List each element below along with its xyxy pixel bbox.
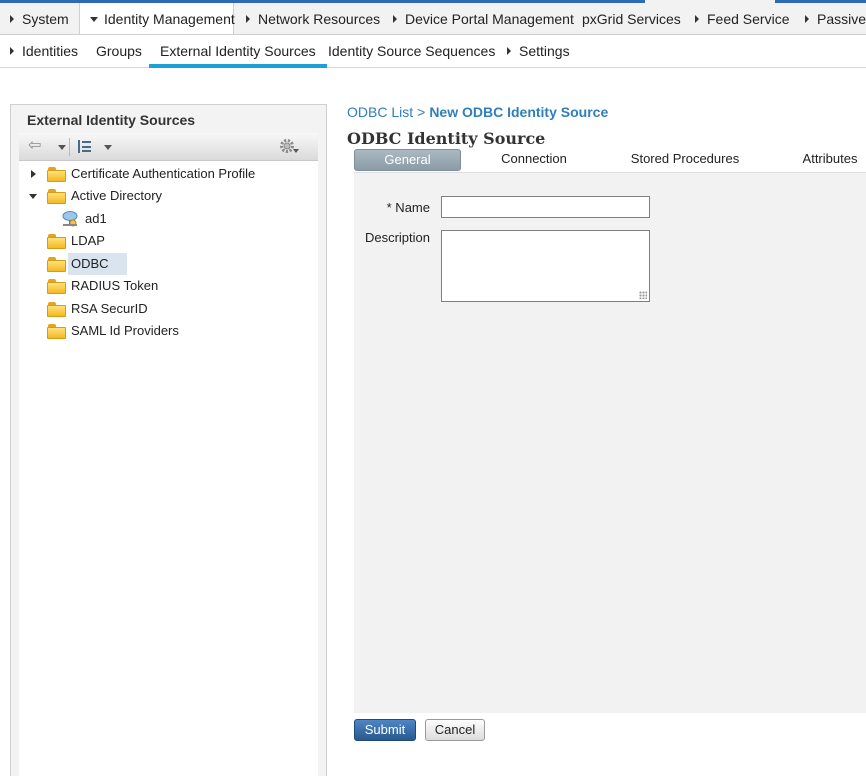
sub-navigation: Identities Groups External Identity Sour… xyxy=(0,35,866,68)
folder-icon xyxy=(47,324,66,339)
topnav-feed-service[interactable]: Feed Service xyxy=(685,3,790,34)
tree-item-label: LDAP xyxy=(71,233,105,248)
topnav-device-portal-management[interactable]: Device Portal Management xyxy=(383,3,574,34)
tree-container: ⇦ Certificate Authentication Profile Act… xyxy=(19,133,318,776)
tab-attributes[interactable]: Attributes xyxy=(794,148,866,172)
caret-right-icon xyxy=(507,47,511,55)
topnav-label: pxGrid Services xyxy=(582,11,681,27)
topnav-pxgrid-services[interactable]: pxGrid Services xyxy=(572,3,681,34)
subnav-label: Identities xyxy=(22,43,79,59)
topnav-label: Feed Service xyxy=(707,11,790,27)
tree-item-label: Active Directory xyxy=(71,188,163,203)
general-form-panel: * Name Description xyxy=(354,172,866,713)
gear-icon[interactable] xyxy=(279,138,299,156)
tree-item-radius-token[interactable]: RADIUS Token xyxy=(19,275,318,297)
caret-down-icon xyxy=(90,17,98,22)
panel-title: External Identity Sources xyxy=(27,112,196,128)
subnav-groups[interactable]: Groups xyxy=(96,35,142,68)
topnav-label: Device Portal Management xyxy=(405,11,574,27)
top-navigation: System Identity Management Network Resou… xyxy=(0,0,866,35)
tree-item-label: RSA SecurID xyxy=(71,301,148,316)
submit-button[interactable]: Submit xyxy=(354,719,416,741)
tree-item-ldap[interactable]: LDAP xyxy=(19,230,318,252)
subnav-label: Settings xyxy=(519,43,570,59)
topnav-label: Network Resources xyxy=(258,11,381,27)
topnav-label: Passivel xyxy=(817,11,866,27)
description-label: Description xyxy=(364,230,430,245)
caret-right-icon xyxy=(10,47,14,55)
toolbar-divider xyxy=(69,138,70,156)
subnav-label: Identity Source Sequences xyxy=(328,43,496,59)
tree-item-label: ODBC xyxy=(68,253,127,275)
name-input[interactable] xyxy=(441,196,650,218)
directory-node-icon xyxy=(61,210,79,228)
breadcrumb-separator: > xyxy=(417,104,426,120)
chevron-down-icon[interactable] xyxy=(58,145,66,150)
collapse-icon[interactable] xyxy=(28,185,40,207)
tree-item-label: SAML Id Providers xyxy=(71,323,179,338)
folder-icon xyxy=(47,167,66,182)
back-arrow-icon[interactable]: ⇦ xyxy=(28,138,41,154)
subnav-label: External Identity Sources xyxy=(160,43,316,59)
tree-item-label: ad1 xyxy=(85,211,107,226)
breadcrumb-parent-link[interactable]: ODBC List xyxy=(347,104,413,120)
tab-connection[interactable]: Connection xyxy=(482,148,586,172)
tree-item-saml-id-providers[interactable]: SAML Id Providers xyxy=(19,320,318,342)
external-identity-sources-panel: External Identity Sources ⇦ Certificate … xyxy=(10,104,327,776)
description-textarea[interactable] xyxy=(441,230,650,302)
topnav-identity-management[interactable]: Identity Management xyxy=(79,3,235,34)
folder-icon xyxy=(47,302,66,317)
topnav-passive-id[interactable]: Passivel xyxy=(795,3,866,34)
caret-right-icon xyxy=(393,15,397,23)
tab-general[interactable]: General xyxy=(354,149,461,171)
folder-icon xyxy=(47,189,66,204)
tree-item-rsa-securid[interactable]: RSA SecurID xyxy=(19,298,318,320)
subnav-label: Groups xyxy=(96,43,142,59)
subnav-settings[interactable]: Settings xyxy=(507,35,570,68)
name-label: * Name xyxy=(386,200,430,215)
resize-handle-icon[interactable] xyxy=(639,291,647,299)
folder-icon xyxy=(47,234,66,249)
tree-item-active-directory[interactable]: Active Directory xyxy=(19,185,318,207)
caret-right-icon xyxy=(695,15,699,23)
caret-right-icon xyxy=(246,15,250,23)
subnav-external-identity-sources[interactable]: External Identity Sources xyxy=(149,35,327,68)
folder-icon xyxy=(47,279,66,294)
caret-right-icon xyxy=(805,15,809,23)
breadcrumb: ODBC List > New ODBC Identity Source xyxy=(347,104,608,120)
topnav-label: Identity Management xyxy=(104,11,235,27)
cancel-button[interactable]: Cancel xyxy=(425,719,485,741)
tree-toolbar: ⇦ xyxy=(19,133,318,161)
subnav-identities[interactable]: Identities xyxy=(10,35,78,68)
folder-icon xyxy=(47,257,66,272)
page-title: ODBC Identity Source xyxy=(347,129,546,148)
form-tabs: General Connection Stored Procedures Att… xyxy=(354,148,866,172)
tree-item-certificate-authentication-profile[interactable]: Certificate Authentication Profile xyxy=(19,163,318,185)
tree-item-ad1[interactable]: ad1 xyxy=(19,208,318,230)
breadcrumb-current: New ODBC Identity Source xyxy=(429,104,609,120)
tree-item-label: Certificate Authentication Profile xyxy=(71,166,256,181)
topnav-system[interactable]: System xyxy=(0,3,69,34)
chevron-down-icon[interactable] xyxy=(104,145,112,150)
tree-item-label: RADIUS Token xyxy=(71,278,159,293)
tree-item-odbc[interactable]: ODBC xyxy=(19,253,318,275)
tab-stored-procedures[interactable]: Stored Procedures xyxy=(622,148,748,172)
tree-view-icon[interactable] xyxy=(77,139,93,154)
topnav-label: System xyxy=(22,11,69,27)
caret-right-icon xyxy=(10,15,14,23)
expand-icon[interactable] xyxy=(28,163,40,185)
topnav-network-resources[interactable]: Network Resources xyxy=(236,3,381,34)
subnav-identity-source-sequences[interactable]: Identity Source Sequences xyxy=(328,35,495,68)
